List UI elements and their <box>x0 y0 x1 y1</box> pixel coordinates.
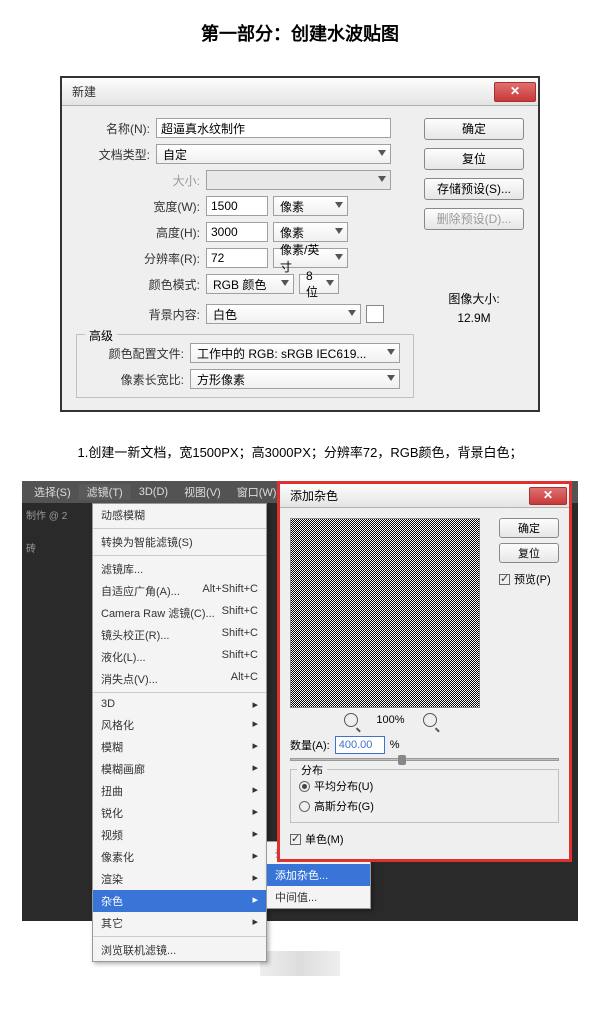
advanced-legend: 高级 <box>85 327 117 344</box>
noise-dialog-title: 添加杂色 <box>290 487 338 504</box>
dialog-titlebar: 新建 ✕ <box>62 78 538 106</box>
add-noise-dialog: 添加杂色 ✕ 100% 确定 复位 预览(P) <box>277 481 572 862</box>
submenu-add-noise[interactable]: 添加杂色... <box>267 864 370 886</box>
name-input[interactable] <box>156 118 391 138</box>
aspect-dropdown[interactable]: 方形像素 <box>190 369 400 389</box>
distribution-legend: 分布 <box>297 762 327 778</box>
menu-vanishing-point[interactable]: 消失点(V)...Alt+C <box>93 668 266 690</box>
menu-smart-filter[interactable]: 转换为智能滤镜(S) <box>93 531 266 553</box>
menu-distort[interactable]: 扭曲▸ <box>93 780 266 802</box>
menu-pixelate[interactable]: 像素化▸ <box>93 846 266 868</box>
menu-filter-gallery[interactable]: 滤镜库... <box>93 558 266 580</box>
zoom-in-icon[interactable] <box>423 713 437 727</box>
noise-ok-button[interactable]: 确定 <box>499 518 559 538</box>
menu-browse-online[interactable]: 浏览联机滤镜... <box>93 939 266 961</box>
amount-input[interactable] <box>335 736 385 754</box>
section-heading: 第一部分：创建水波贴图 <box>0 0 600 76</box>
width-input[interactable] <box>206 196 268 216</box>
amount-slider[interactable] <box>290 758 559 761</box>
menu-other[interactable]: 其它▸ <box>93 912 266 934</box>
aspect-label: 像素长宽比: <box>85 371 190 388</box>
menu-stylize[interactable]: 风格化▸ <box>93 714 266 736</box>
resolution-input[interactable] <box>206 248 268 268</box>
zoom-out-icon[interactable] <box>344 713 358 727</box>
amount-label: 数量(A): <box>290 737 330 753</box>
noise-close-button[interactable]: ✕ <box>529 487 567 505</box>
noise-reset-button[interactable]: 复位 <box>499 543 559 563</box>
color-mode-dropdown[interactable]: RGB 颜色 <box>206 274 294 294</box>
preview-label: 预览(P) <box>514 571 551 587</box>
background-swatch[interactable] <box>366 305 384 323</box>
menu-filter[interactable]: 滤镜(T) <box>79 484 131 500</box>
height-input[interactable] <box>206 222 268 242</box>
preset-label: 文档类型: <box>76 146 156 163</box>
noise-preview <box>290 518 480 708</box>
new-document-dialog: 新建 ✕ 名称(N): 文档类型: 自定 大小: 宽度(W): <box>60 76 540 412</box>
resolution-unit-dropdown[interactable]: 像素/英寸 <box>273 248 348 268</box>
height-label: 高度(H): <box>76 224 206 241</box>
menu-sharpen[interactable]: 锐化▸ <box>93 802 266 824</box>
delete-preset-button: 删除预设(D)... <box>424 208 524 230</box>
amount-unit: % <box>390 739 400 751</box>
decorative-bar <box>260 951 340 976</box>
menu-last-filter[interactable]: 动感模糊 <box>93 504 266 526</box>
photoshop-workspace: 选择(S) 滤镜(T) 3D(D) 视图(V) 窗口(W) 制作 @ 2 砖 动… <box>22 481 578 921</box>
menu-liquify[interactable]: 液化(L)...Shift+C <box>93 646 266 668</box>
tab-area: 制作 @ 2 砖 <box>22 503 92 559</box>
menu-blur[interactable]: 模糊▸ <box>93 736 266 758</box>
close-button[interactable]: ✕ <box>494 82 536 102</box>
dialog-title: 新建 <box>72 83 96 100</box>
color-mode-label: 颜色模式: <box>76 276 206 293</box>
profile-dropdown[interactable]: 工作中的 RGB: sRGB IEC619... <box>190 343 400 363</box>
filter-dropdown-menu: 动感模糊 转换为智能滤镜(S) 滤镜库... 自适应广角(A)...Alt+Sh… <box>92 503 267 962</box>
submenu-median[interactable]: 中间值... <box>267 886 370 908</box>
uniform-radio[interactable] <box>299 781 310 792</box>
mono-checkbox[interactable] <box>290 834 301 845</box>
background-label: 背景内容: <box>76 306 206 323</box>
width-label: 宽度(W): <box>76 198 206 215</box>
size-label: 大小: <box>76 172 206 189</box>
menu-camera-raw[interactable]: Camera Raw 滤镜(C)...Shift+C <box>93 602 266 624</box>
menu-render[interactable]: 渲染▸ <box>93 868 266 890</box>
noise-titlebar: 添加杂色 ✕ <box>280 484 569 508</box>
menu-adaptive-wide[interactable]: 自适应广角(A)...Alt+Shift+C <box>93 580 266 602</box>
profile-label: 颜色配置文件: <box>85 345 190 362</box>
size-dropdown <box>206 170 391 190</box>
image-size-info: 图像大小: 12.9M <box>424 290 524 328</box>
zoom-level: 100% <box>376 714 404 726</box>
name-label: 名称(N): <box>76 120 156 137</box>
menu-noise[interactable]: 杂色▸ <box>93 890 266 912</box>
menu-lens-correction[interactable]: 镜头校正(R)...Shift+C <box>93 624 266 646</box>
menu-blur-gallery[interactable]: 模糊画廊▸ <box>93 758 266 780</box>
reset-button[interactable]: 复位 <box>424 148 524 170</box>
preset-dropdown[interactable]: 自定 <box>156 144 391 164</box>
menu-3d-sub[interactable]: 3D▸ <box>93 695 266 714</box>
uniform-label: 平均分布(U) <box>314 778 373 794</box>
gaussian-label: 高斯分布(G) <box>314 798 374 814</box>
caption-step1: 1.创建一新文档，宽1500PX；高3000PX；分辨率72，RGB颜色，背景白… <box>0 442 600 461</box>
width-unit-dropdown[interactable]: 像素 <box>273 196 348 216</box>
resolution-label: 分辨率(R): <box>76 250 206 267</box>
menu-video[interactable]: 视频▸ <box>93 824 266 846</box>
height-unit-dropdown[interactable]: 像素 <box>273 222 348 242</box>
bit-depth-dropdown[interactable]: 8 位 <box>299 274 339 294</box>
menu-3d[interactable]: 3D(D) <box>131 486 176 498</box>
gaussian-radio[interactable] <box>299 801 310 812</box>
save-preset-button[interactable]: 存储预设(S)... <box>424 178 524 200</box>
preview-checkbox[interactable] <box>499 574 510 585</box>
ok-button[interactable]: 确定 <box>424 118 524 140</box>
menu-view[interactable]: 视图(V) <box>176 484 229 500</box>
background-dropdown[interactable]: 白色 <box>206 304 361 324</box>
mono-label: 单色(M) <box>305 831 344 847</box>
menu-select[interactable]: 选择(S) <box>26 484 79 500</box>
